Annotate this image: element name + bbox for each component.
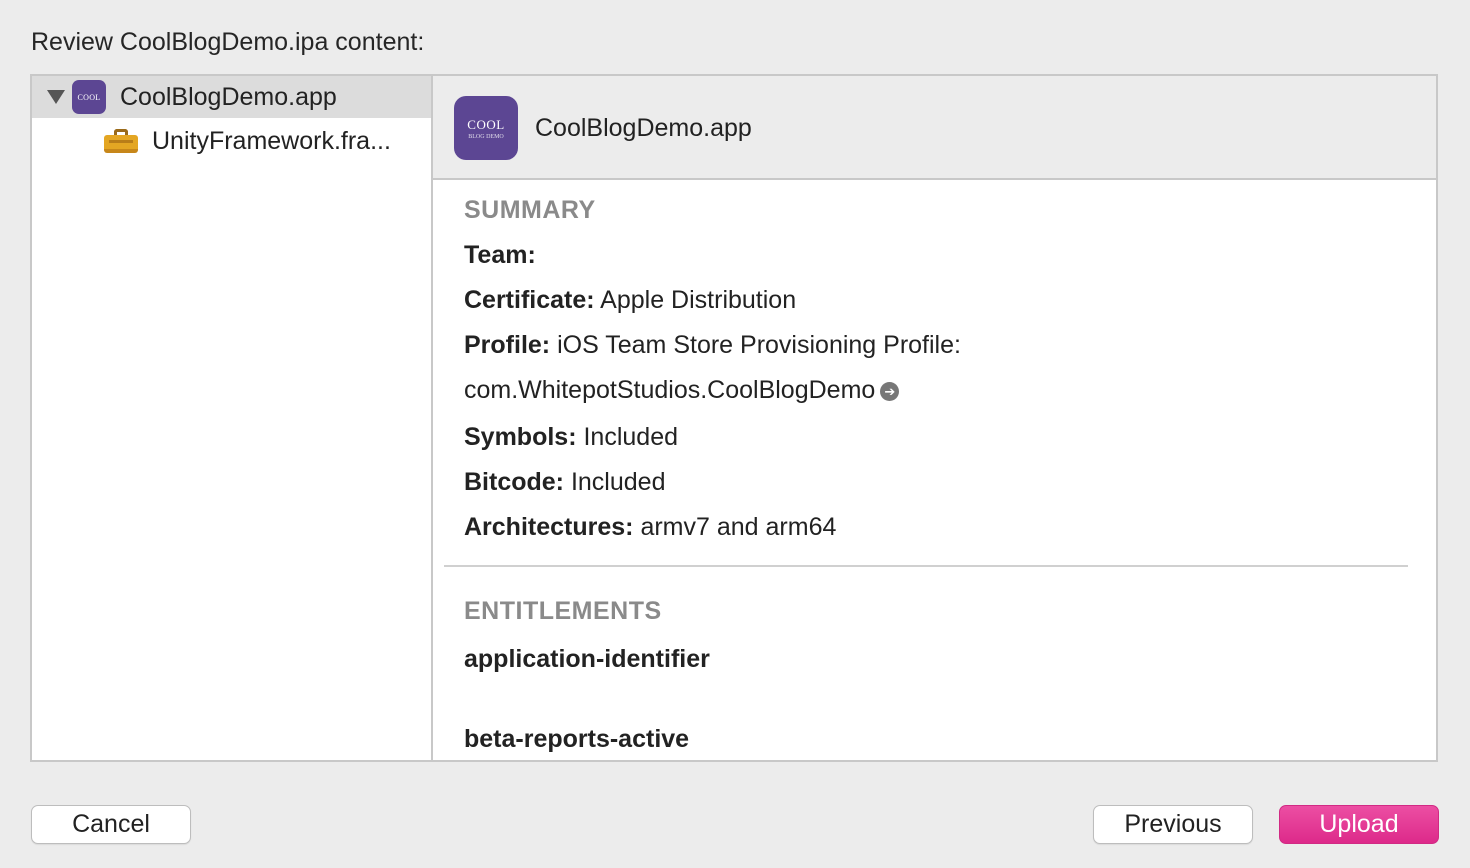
- symbols-row: Symbols: Included: [464, 423, 679, 451]
- summary-heading: SUMMARY: [464, 196, 596, 224]
- file-tree: COOL CoolBlogDemo.app UnityFramework.fra…: [32, 76, 433, 760]
- team-row: Team:: [464, 241, 536, 269]
- entitlement-item: beta-reports-active: [464, 725, 690, 753]
- detail-title: CoolBlogDemo.app: [535, 114, 752, 142]
- app-icon: COOL: [72, 80, 106, 114]
- cancel-button[interactable]: Cancel: [31, 805, 191, 844]
- dialog-title: Review CoolBlogDemo.ipa content:: [31, 28, 425, 56]
- toolbox-icon: [104, 129, 138, 153]
- previous-button[interactable]: Previous: [1093, 805, 1253, 844]
- reveal-arrow-icon[interactable]: ➔: [880, 382, 900, 401]
- disclosure-triangle-icon[interactable]: [47, 90, 65, 104]
- architectures-row: Architectures: armv7 and arm64: [464, 513, 837, 541]
- profile-bundle-id: com.WhitepotStudios.CoolBlogDemo: [464, 376, 876, 404]
- detail-header: COOL BLOG DEMO CoolBlogDemo.app: [433, 76, 1436, 180]
- entitlement-item: application-identifier: [464, 645, 710, 673]
- content-browser: COOL CoolBlogDemo.app UnityFramework.fra…: [30, 74, 1438, 762]
- tree-item-app[interactable]: COOL CoolBlogDemo.app: [32, 76, 431, 118]
- profile-row: Profile: iOS Team Store Provisioning Pro…: [464, 331, 961, 359]
- tree-item-label: UnityFramework.fra...: [152, 126, 391, 155]
- certificate-row: Certificate: Apple Distribution: [464, 286, 797, 314]
- section-divider: [444, 565, 1408, 567]
- tree-item-framework[interactable]: UnityFramework.fra...: [32, 120, 431, 162]
- tree-item-label: CoolBlogDemo.app: [120, 82, 337, 111]
- entitlements-heading: ENTITLEMENTS: [464, 597, 662, 625]
- upload-button[interactable]: Upload: [1279, 805, 1439, 844]
- profile-bundle-row: com.WhitepotStudios.CoolBlogDemo ➔: [464, 376, 900, 405]
- app-icon-large: COOL BLOG DEMO: [454, 96, 518, 160]
- detail-pane: COOL BLOG DEMO CoolBlogDemo.app SUMMARY …: [433, 76, 1436, 760]
- bitcode-row: Bitcode: Included: [464, 468, 666, 496]
